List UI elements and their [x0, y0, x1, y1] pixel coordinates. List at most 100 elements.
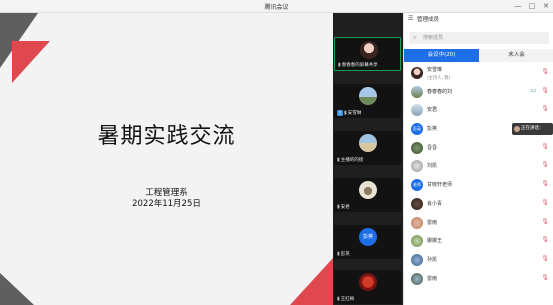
title-bar: 腾讯会议 — □ ✕	[0, 0, 553, 13]
avatar	[411, 160, 423, 173]
search-placeholder: 搜索成员	[423, 35, 444, 41]
avatar	[411, 85, 423, 98]
member-tabs: 会议中(20) 未入会	[404, 49, 553, 62]
slide-subtitle: 工程管理系 2022年11月25日	[0, 188, 333, 210]
video-tile-name: 安雪琳	[347, 111, 362, 116]
minimize-icon[interactable]: —	[514, 1, 522, 11]
avatar	[359, 273, 377, 291]
search-icon: ⌕	[413, 34, 417, 41]
video-tile[interactable]: 主 ▮ 安雪琳	[334, 84, 401, 118]
host-badge: 主	[337, 110, 343, 116]
list-item[interactable]: 昏昏 🎙	[404, 140, 553, 159]
member-name: 雷雨	[427, 219, 438, 226]
video-tile[interactable]: ▮ 安君	[334, 178, 401, 212]
list-item[interactable]: 老师 甘晓轩老师 🎙	[404, 177, 553, 196]
mic-muted-icon[interactable]: 🎙	[541, 199, 549, 206]
avatar	[359, 181, 377, 199]
member-name: 彭英	[427, 126, 438, 133]
avatar	[411, 235, 423, 248]
member-list: 安雪琳 (主持人, 我) 🎙 春春春的刘 ▭ 🎙 安君 🎙 彭英 彭英 🎙	[404, 65, 553, 289]
video-tile[interactable]: ▮ 春春春的屏幕共享	[334, 37, 401, 71]
mic-muted-icon[interactable]: 🎙	[541, 274, 549, 281]
list-item[interactable]: 安雪琳 (主持人, 我) 🎙	[404, 65, 553, 84]
slide-title: 暑期实践交流	[97, 124, 236, 149]
mic-icon: ▮	[337, 157, 340, 163]
mic-muted-icon[interactable]: 🎙	[541, 143, 549, 150]
mic-muted-icon[interactable]: 🎙	[541, 105, 549, 112]
video-tile[interactable]: ▮ 主播的的接	[334, 131, 401, 165]
member-name: 安君	[427, 107, 438, 114]
list-item[interactable]: 安君 🎙	[404, 102, 553, 121]
member-role: (主持人, 我)	[427, 76, 451, 81]
list-item[interactable]: 娜娜王 🎙	[404, 233, 553, 252]
member-name: 甘晓轩老师	[427, 182, 453, 189]
member-name: 刘凯	[427, 163, 438, 170]
shared-screen: 暑期实践交流 工程管理系 2022年11月25日	[0, 13, 333, 305]
member-name: 春春春的刘	[427, 88, 453, 95]
panel-title: 管理成员	[417, 17, 440, 23]
list-item[interactable]: 肖小青 🎙	[404, 196, 553, 215]
video-tile[interactable]: ▮ 王红梅	[334, 270, 401, 304]
speaking-indicator: 正在讲话：	[512, 123, 553, 135]
avatar	[359, 87, 377, 105]
video-strip: ▮ 春春春的屏幕共享 主 ▮ 安雪琳 ▮ 主播的的接 ▮ 安君 彭英 ▮ 彭英 ▮ 王红梅	[333, 13, 403, 305]
speaker-avatar	[514, 126, 520, 132]
video-tile-name: 春春春的屏幕共享	[341, 63, 378, 68]
close-icon[interactable]: ✕	[542, 1, 550, 11]
video-tile-name: 彭英	[340, 252, 350, 257]
member-name: 孙凯	[427, 256, 438, 263]
avatar	[411, 104, 423, 117]
member-name: 娜娜王	[427, 238, 443, 245]
mic-icon: ▮	[337, 251, 340, 257]
video-tile-name: 主播的的接	[340, 158, 364, 163]
avatar	[360, 41, 378, 59]
panel-header: ☰ 管理成员	[404, 13, 553, 24]
slide-department: 工程管理系	[145, 188, 188, 198]
tab-in-meeting[interactable]: 会议中(20)	[404, 49, 479, 62]
member-panel: ☰ 管理成员 ⌕ 搜索成员 会议中(20) 未入会 安雪琳 (主持人, 我) 🎙…	[403, 13, 553, 305]
member-name: 安雪琳	[427, 67, 443, 73]
mic-muted-icon[interactable]: 🎙	[541, 180, 549, 187]
avatar	[411, 253, 423, 266]
avatar	[411, 67, 423, 79]
window-controls: — □ ✕	[514, 1, 550, 11]
camera-icon[interactable]: ▭	[530, 87, 536, 94]
mic-muted-icon[interactable]: 🎙	[541, 236, 549, 243]
mic-icon: ▮	[338, 62, 341, 68]
avatar: 彭英	[411, 123, 423, 136]
mic-muted-icon[interactable]: 🎙	[541, 255, 549, 262]
mic-muted-icon[interactable]: 🎙	[541, 87, 549, 94]
window-title: 腾讯会议	[264, 4, 289, 11]
slide-date: 2022年11月25日	[132, 199, 201, 209]
member-name: 昏昏	[427, 144, 438, 151]
list-item[interactable]: 春春春的刘 ▭ 🎙	[404, 84, 553, 103]
slide-decoration-bottomright	[290, 258, 333, 305]
mic-icon: ▮	[337, 296, 340, 302]
avatar	[411, 141, 423, 154]
speaking-label: 正在讲话：	[521, 126, 544, 131]
member-search-input[interactable]: ⌕ 搜索成员	[409, 32, 549, 44]
mic-muted-icon[interactable]: 🎙	[541, 218, 549, 225]
meeting-window: 腾讯会议 — □ ✕ 暑期实践交流 工程管理系 2022年11月25日 ▮ 春春春…	[0, 0, 553, 305]
maximize-icon[interactable]: □	[528, 1, 536, 11]
mic-muted-icon[interactable]: 🎙	[541, 161, 549, 168]
member-name: 雷雨	[427, 275, 438, 282]
slide-decoration-topleft	[0, 13, 50, 83]
tab-not-joined[interactable]: 未入会	[479, 49, 553, 62]
member-name: 肖小青	[427, 200, 443, 207]
list-item[interactable]: 孙凯 🎙	[404, 252, 553, 271]
members-icon: ☰	[408, 15, 414, 22]
avatar	[359, 134, 377, 152]
mic-icon: ▮	[337, 204, 340, 210]
video-tile-name: 安君	[340, 205, 350, 210]
list-item[interactable]: 刘凯 🎙	[404, 158, 553, 177]
mic-icon: ▮	[344, 110, 347, 116]
list-item[interactable]: 雷雨 🎙	[404, 271, 553, 290]
video-tile[interactable]: 彭英 ▮ 彭英	[334, 225, 401, 259]
avatar	[411, 272, 423, 285]
video-tile-name: 王红梅	[340, 297, 355, 302]
list-item[interactable]: 雷雨 🎙	[404, 215, 553, 234]
mic-muted-icon[interactable]: 🎙	[541, 68, 549, 75]
avatar	[411, 197, 423, 210]
avatar: 老师	[411, 179, 423, 192]
